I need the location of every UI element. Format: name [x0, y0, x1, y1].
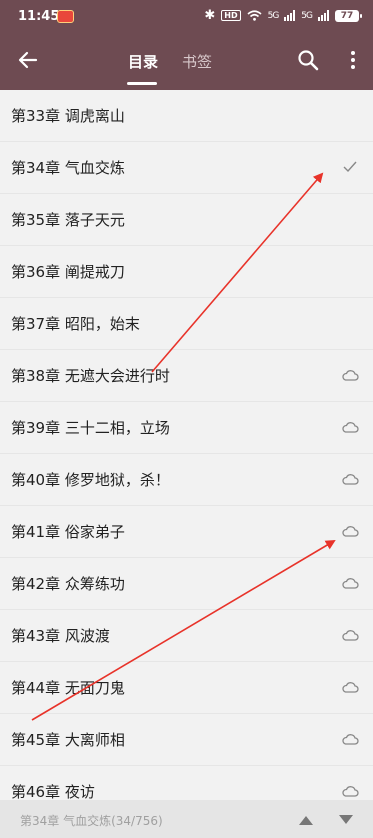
- chapter-title: 第34章 气血交炼: [11, 159, 125, 177]
- bottom-bar: 第34章 气血交炼(34/756): [0, 800, 373, 838]
- chapter-row[interactable]: 第41章 俗家弟子: [0, 506, 373, 558]
- app-root: 11:45 ✱ HD 5G 5G 77 目录 书签 第33章 调虎离山 第34章…: [0, 0, 373, 838]
- chapter-row[interactable]: 第42章 众筹练功: [0, 558, 373, 610]
- status-bar: 11:45 ✱ HD 5G 5G 77: [0, 0, 373, 34]
- cloud-icon: [342, 578, 359, 589]
- active-tab-indicator: [127, 82, 157, 85]
- search-icon[interactable]: [296, 48, 320, 72]
- cloud-icon: [342, 370, 359, 381]
- chapter-row[interactable]: 第43章 风波渡: [0, 610, 373, 662]
- wifi-icon: [247, 10, 262, 21]
- chapter-row[interactable]: 第37章 昭阳，始末: [0, 298, 373, 350]
- tab-catalog[interactable]: 目录: [128, 51, 158, 72]
- status-time: 11:45: [18, 9, 60, 24]
- cloud-icon: [342, 422, 359, 433]
- bluetooth-icon: ✱: [204, 8, 216, 23]
- chapter-row[interactable]: 第44章 无面刀鬼: [0, 662, 373, 714]
- signal-1-icon: [284, 10, 296, 21]
- toolbar: 目录 书签: [0, 34, 373, 90]
- cloud-icon: [342, 786, 359, 797]
- chapter-title: 第45章 大离师相: [11, 731, 125, 749]
- chapter-row[interactable]: 第45章 大离师相: [0, 714, 373, 766]
- signal-1-label: 5G: [267, 10, 280, 21]
- chapter-title: 第36章 阐提戒刀: [11, 263, 125, 281]
- battery-icon: 77: [335, 9, 362, 22]
- scroll-up-icon[interactable]: [298, 814, 314, 826]
- cloud-icon: [342, 734, 359, 745]
- cloud-icon: [342, 682, 359, 693]
- signal-2-icon: [318, 10, 329, 21]
- hd-badge: HD: [221, 10, 241, 21]
- chapter-title: 第39章 三十二相，立场: [11, 419, 170, 437]
- chapter-title: 第37章 昭阳，始末: [11, 315, 140, 333]
- chapter-row[interactable]: 第39章 三十二相，立场: [0, 402, 373, 454]
- cloud-icon: [342, 630, 359, 641]
- chapter-title: 第46章 夜访: [11, 783, 95, 801]
- cloud-icon: [342, 474, 359, 485]
- chapter-title: 第35章 落子天元: [11, 211, 125, 229]
- back-arrow-icon[interactable]: [14, 46, 42, 74]
- chapter-title: 第41章 俗家弟子: [11, 523, 125, 541]
- notification-icon: [57, 10, 74, 23]
- scroll-down-icon[interactable]: [338, 814, 354, 826]
- chapter-row[interactable]: 第38章 无遮大会进行时: [0, 350, 373, 402]
- chapter-list: 第33章 调虎离山 第34章 气血交炼 第35章 落子天元 第36章 阐提戒刀 第37章…: [0, 90, 373, 818]
- chapter-title: 第42章 众筹练功: [11, 575, 125, 593]
- chapter-title: 第33章 调虎离山: [11, 107, 125, 125]
- check-icon: [343, 161, 357, 173]
- chapter-row[interactable]: 第40章 修罗地狱，杀！: [0, 454, 373, 506]
- more-vert-icon[interactable]: [343, 48, 363, 72]
- chapter-row[interactable]: 第34章 气血交炼: [0, 142, 373, 194]
- chapter-title: 第43章 风波渡: [11, 627, 110, 645]
- cloud-icon: [342, 526, 359, 537]
- chapter-title: 第40章 修罗地狱，杀！: [11, 471, 170, 489]
- chapter-row[interactable]: 第35章 落子天元: [0, 194, 373, 246]
- tab-bookmark[interactable]: 书签: [182, 51, 212, 72]
- app-header: 11:45 ✱ HD 5G 5G 77 目录 书签: [0, 0, 373, 90]
- chapter-title: 第38章 无遮大会进行时: [11, 367, 170, 385]
- chapter-row[interactable]: 第33章 调虎离山: [0, 90, 373, 142]
- reading-progress: 第34章 气血交炼(34/756): [20, 814, 163, 828]
- chapter-title: 第44章 无面刀鬼: [11, 679, 125, 697]
- chapter-row[interactable]: 第36章 阐提戒刀: [0, 246, 373, 298]
- signal-2-label: 5G: [301, 10, 313, 21]
- status-indicators: ✱ HD 5G 5G 77: [204, 8, 362, 23]
